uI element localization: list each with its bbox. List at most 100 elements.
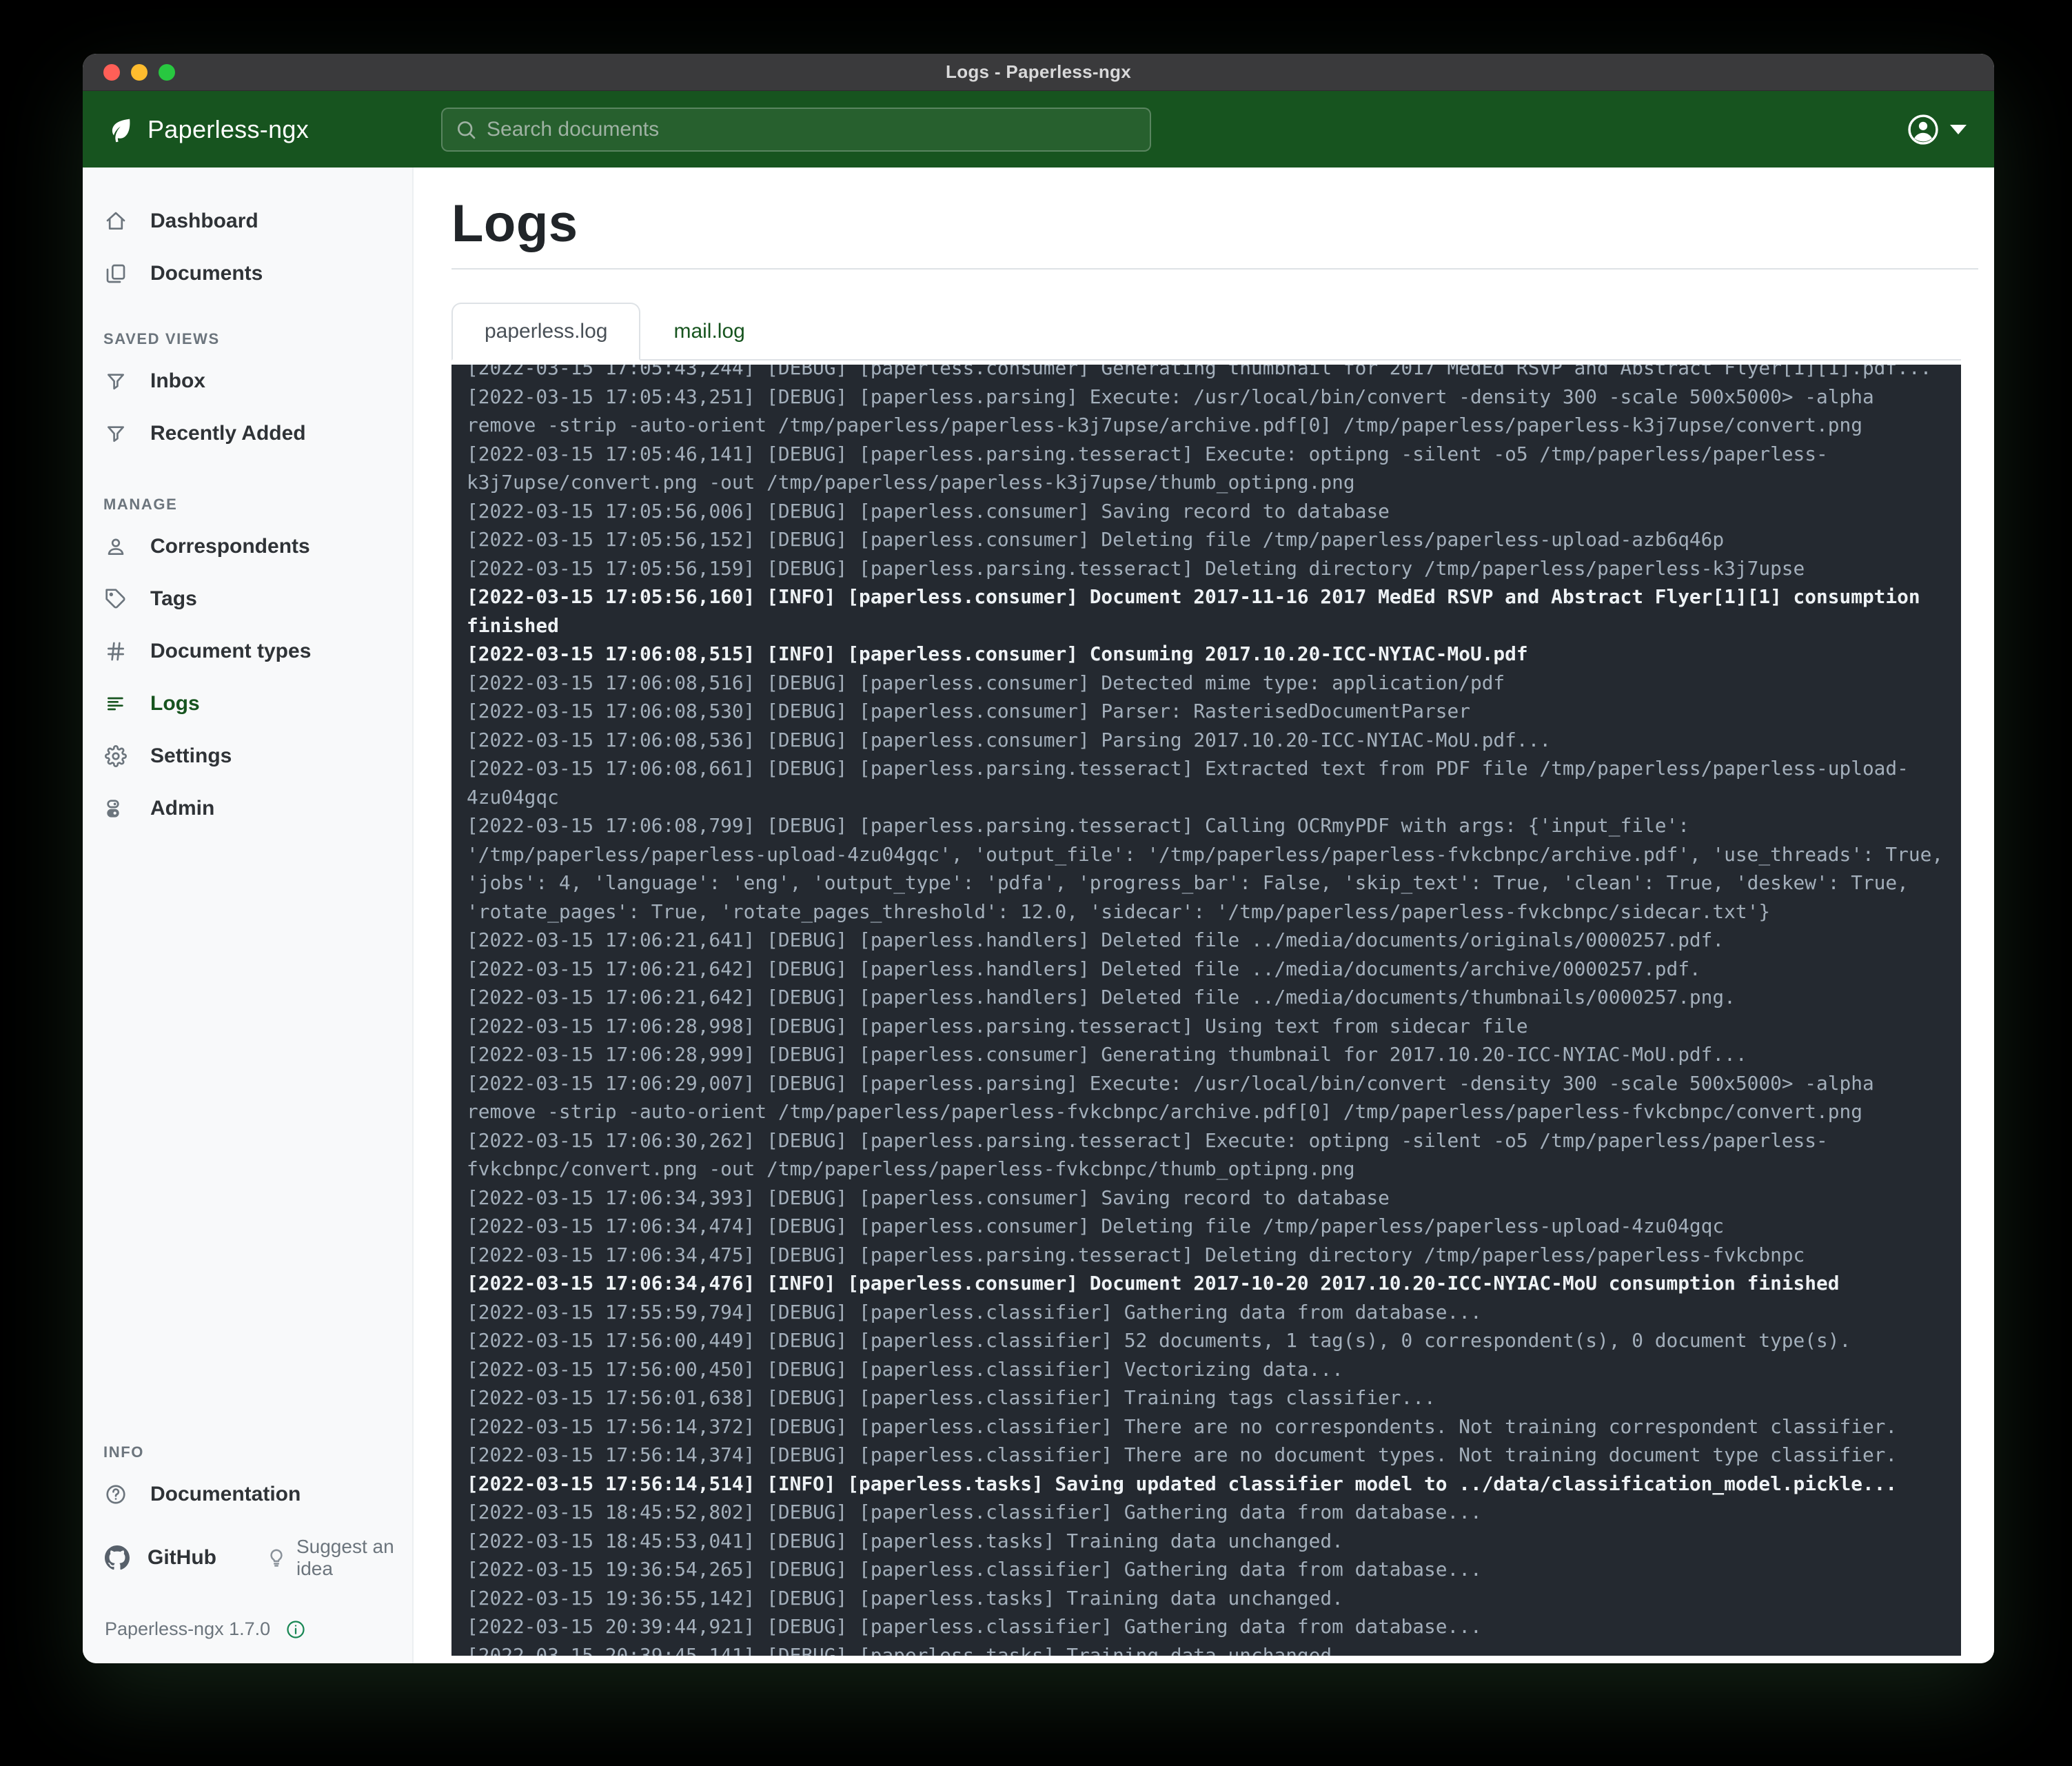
log-entry: [2022-03-15 17:56:00,450] [DEBUG] [paper… bbox=[467, 1355, 1946, 1384]
log-entry: [2022-03-15 20:39:44,921] [DEBUG] [paper… bbox=[467, 1612, 1946, 1641]
log-entry: [2022-03-15 17:05:43,244] [DEBUG] [paper… bbox=[467, 365, 1946, 383]
log-entry: [2022-03-15 17:05:56,152] [DEBUG] [paper… bbox=[467, 525, 1946, 554]
sidebar-item-github[interactable]: GitHub bbox=[105, 1545, 216, 1570]
log-entry: [2022-03-15 17:55:59,794] [DEBUG] [paper… bbox=[467, 1298, 1946, 1327]
sidebar-item-label: Documentation bbox=[150, 1484, 301, 1505]
log-entry: [2022-03-15 17:06:28,998] [DEBUG] [paper… bbox=[467, 1012, 1946, 1041]
log-entry: [2022-03-15 17:06:34,475] [DEBUG] [paper… bbox=[467, 1241, 1946, 1270]
log-lines: [2022-03-15 17:05:43,244] [DEBUG] [paper… bbox=[467, 365, 1946, 1656]
log-entry: [2022-03-15 17:06:21,641] [DEBUG] [paper… bbox=[467, 926, 1946, 955]
log-entry: [2022-03-15 17:05:56,159] [DEBUG] [paper… bbox=[467, 554, 1946, 583]
sidebar-item-inbox[interactable]: Inbox bbox=[83, 355, 412, 407]
log-entry: [2022-03-15 17:06:08,515] [INFO] [paperl… bbox=[467, 640, 1946, 669]
tab-paperless-log[interactable]: paperless.log bbox=[451, 303, 640, 361]
sidebar-item-logs[interactable]: Logs bbox=[83, 678, 412, 730]
sidebar-item-documentation[interactable]: Documentation bbox=[83, 1468, 412, 1521]
page-title: Logs bbox=[451, 195, 1978, 253]
app-logo[interactable]: Paperless-ngx bbox=[106, 91, 309, 168]
home-icon bbox=[105, 210, 127, 232]
sidebar-heading-manage: MANAGE bbox=[83, 496, 412, 520]
sidebar-item-label: GitHub bbox=[148, 1546, 216, 1570]
sidebar-item-label: Inbox bbox=[150, 371, 205, 392]
chevron-down-icon bbox=[1950, 125, 1967, 134]
sidebar-links-row: GitHub Suggest an idea bbox=[83, 1521, 412, 1595]
tag-icon bbox=[105, 588, 127, 610]
sidebar-spacer bbox=[83, 835, 412, 1443]
sidebar-item-recently-added[interactable]: Recently Added bbox=[83, 407, 412, 460]
search-box bbox=[441, 108, 1151, 152]
sidebar-item-settings[interactable]: Settings bbox=[83, 730, 412, 782]
paperless-leaf-icon bbox=[106, 115, 135, 144]
sidebar-item-document-types[interactable]: Document types bbox=[83, 625, 412, 678]
sidebar: Dashboard Documents SAVED VIEWS bbox=[83, 168, 414, 1663]
sidebar-item-label: Tags bbox=[150, 589, 197, 609]
sidebar-item-label: Correspondents bbox=[150, 536, 310, 557]
filter-funnel-icon bbox=[105, 370, 127, 392]
app-window: Logs - Paperless-ngx Paperless-ngx bbox=[83, 54, 1994, 1663]
log-entry: [2022-03-15 17:06:34,476] [INFO] [paperl… bbox=[467, 1269, 1946, 1298]
log-entry: [2022-03-15 17:06:28,999] [DEBUG] [paper… bbox=[467, 1040, 1946, 1069]
help-circle-icon bbox=[105, 1483, 127, 1505]
log-entry: [2022-03-15 17:56:01,638] [DEBUG] [paper… bbox=[467, 1383, 1946, 1412]
log-entry: [2022-03-15 17:06:21,642] [DEBUG] [paper… bbox=[467, 955, 1946, 984]
sidebar-item-dashboard[interactable]: Dashboard bbox=[83, 195, 412, 247]
hash-icon bbox=[105, 640, 127, 662]
lightbulb-icon bbox=[266, 1547, 287, 1568]
log-entry: [2022-03-15 17:06:34,393] [DEBUG] [paper… bbox=[467, 1184, 1946, 1212]
sidebar-item-correspondents[interactable]: Correspondents bbox=[83, 520, 412, 573]
app-header: Paperless-ngx bbox=[83, 91, 1994, 168]
title-divider bbox=[451, 268, 1978, 270]
documents-icon bbox=[105, 263, 127, 285]
log-entry: [2022-03-15 17:56:00,449] [DEBUG] [paper… bbox=[467, 1326, 1946, 1355]
log-file-tabs: paperless.log mail.log bbox=[451, 303, 1961, 361]
sidebar-item-admin[interactable]: Admin bbox=[83, 782, 412, 835]
github-icon bbox=[105, 1545, 130, 1570]
log-entry: [2022-03-15 17:05:56,006] [DEBUG] [paper… bbox=[467, 497, 1946, 526]
log-entry: [2022-03-15 17:06:08,799] [DEBUG] [paper… bbox=[467, 811, 1946, 926]
macos-titlebar: Logs - Paperless-ngx bbox=[83, 54, 1994, 91]
sidebar-item-label: Suggest an idea bbox=[296, 1536, 405, 1580]
version-row: Paperless-ngx 1.7.0 bbox=[83, 1595, 412, 1640]
log-entry: [2022-03-15 17:56:14,514] [INFO] [paperl… bbox=[467, 1470, 1946, 1499]
sidebar-item-suggest-idea[interactable]: Suggest an idea bbox=[266, 1536, 405, 1580]
sidebar-item-label: Document types bbox=[150, 641, 311, 662]
sidebar-item-label: Dashboard bbox=[150, 211, 258, 232]
log-lines-icon bbox=[105, 693, 127, 715]
info-circle-icon[interactable] bbox=[285, 1619, 306, 1640]
log-entry: [2022-03-15 17:06:08,661] [DEBUG] [paper… bbox=[467, 754, 1946, 811]
user-avatar-icon bbox=[1907, 114, 1939, 145]
sidebar-item-label: Documents bbox=[150, 263, 263, 284]
log-entry: [2022-03-15 17:06:29,007] [DEBUG] [paper… bbox=[467, 1069, 1946, 1126]
sidebar-item-label: Logs bbox=[150, 693, 200, 714]
search-icon bbox=[455, 119, 477, 141]
log-entry: [2022-03-15 18:45:52,802] [DEBUG] [paper… bbox=[467, 1498, 1946, 1527]
app-name: Paperless-ngx bbox=[148, 115, 309, 144]
sidebar-item-tags[interactable]: Tags bbox=[83, 573, 412, 625]
log-entry: [2022-03-15 17:06:08,516] [DEBUG] [paper… bbox=[467, 669, 1946, 698]
user-menu[interactable] bbox=[1907, 91, 1967, 168]
log-entry: [2022-03-15 17:06:30,262] [DEBUG] [paper… bbox=[467, 1126, 1946, 1184]
log-entry: [2022-03-15 17:05:56,160] [INFO] [paperl… bbox=[467, 582, 1946, 640]
sidebar-item-label: Recently Added bbox=[150, 423, 306, 444]
app-version: Paperless-ngx 1.7.0 bbox=[105, 1618, 270, 1640]
log-entry: [2022-03-15 17:06:08,536] [DEBUG] [paper… bbox=[467, 726, 1946, 755]
sidebar-heading-info: INFO bbox=[83, 1443, 412, 1468]
tab-mail-log[interactable]: mail.log bbox=[640, 303, 778, 361]
person-icon bbox=[105, 536, 127, 558]
sidebar-heading-saved-views: SAVED VIEWS bbox=[83, 330, 412, 355]
sidebar-item-documents[interactable]: Documents bbox=[83, 247, 412, 300]
log-entry: [2022-03-15 17:56:14,372] [DEBUG] [paper… bbox=[467, 1412, 1946, 1441]
sidebar-item-label: Admin bbox=[150, 798, 214, 819]
log-entry: [2022-03-15 17:56:14,374] [DEBUG] [paper… bbox=[467, 1441, 1946, 1470]
search-input[interactable] bbox=[487, 118, 1137, 141]
main-content: Logs paperless.log mail.log [2022-03-15 … bbox=[414, 168, 1994, 1663]
log-entry: [2022-03-15 20:39:45,141] [DEBUG] [paper… bbox=[467, 1641, 1946, 1656]
window-title: Logs - Paperless-ngx bbox=[83, 61, 1994, 83]
log-viewer[interactable]: [2022-03-15 17:05:43,244] [DEBUG] [paper… bbox=[451, 365, 1961, 1656]
log-entry: [2022-03-15 17:06:34,474] [DEBUG] [paper… bbox=[467, 1212, 1946, 1241]
log-entry: [2022-03-15 17:05:46,141] [DEBUG] [paper… bbox=[467, 440, 1946, 497]
log-entry: [2022-03-15 17:06:21,642] [DEBUG] [paper… bbox=[467, 983, 1946, 1012]
sidebar-item-label: Settings bbox=[150, 746, 232, 767]
gear-icon bbox=[105, 745, 127, 767]
log-entry: [2022-03-15 17:06:08,530] [DEBUG] [paper… bbox=[467, 697, 1946, 726]
